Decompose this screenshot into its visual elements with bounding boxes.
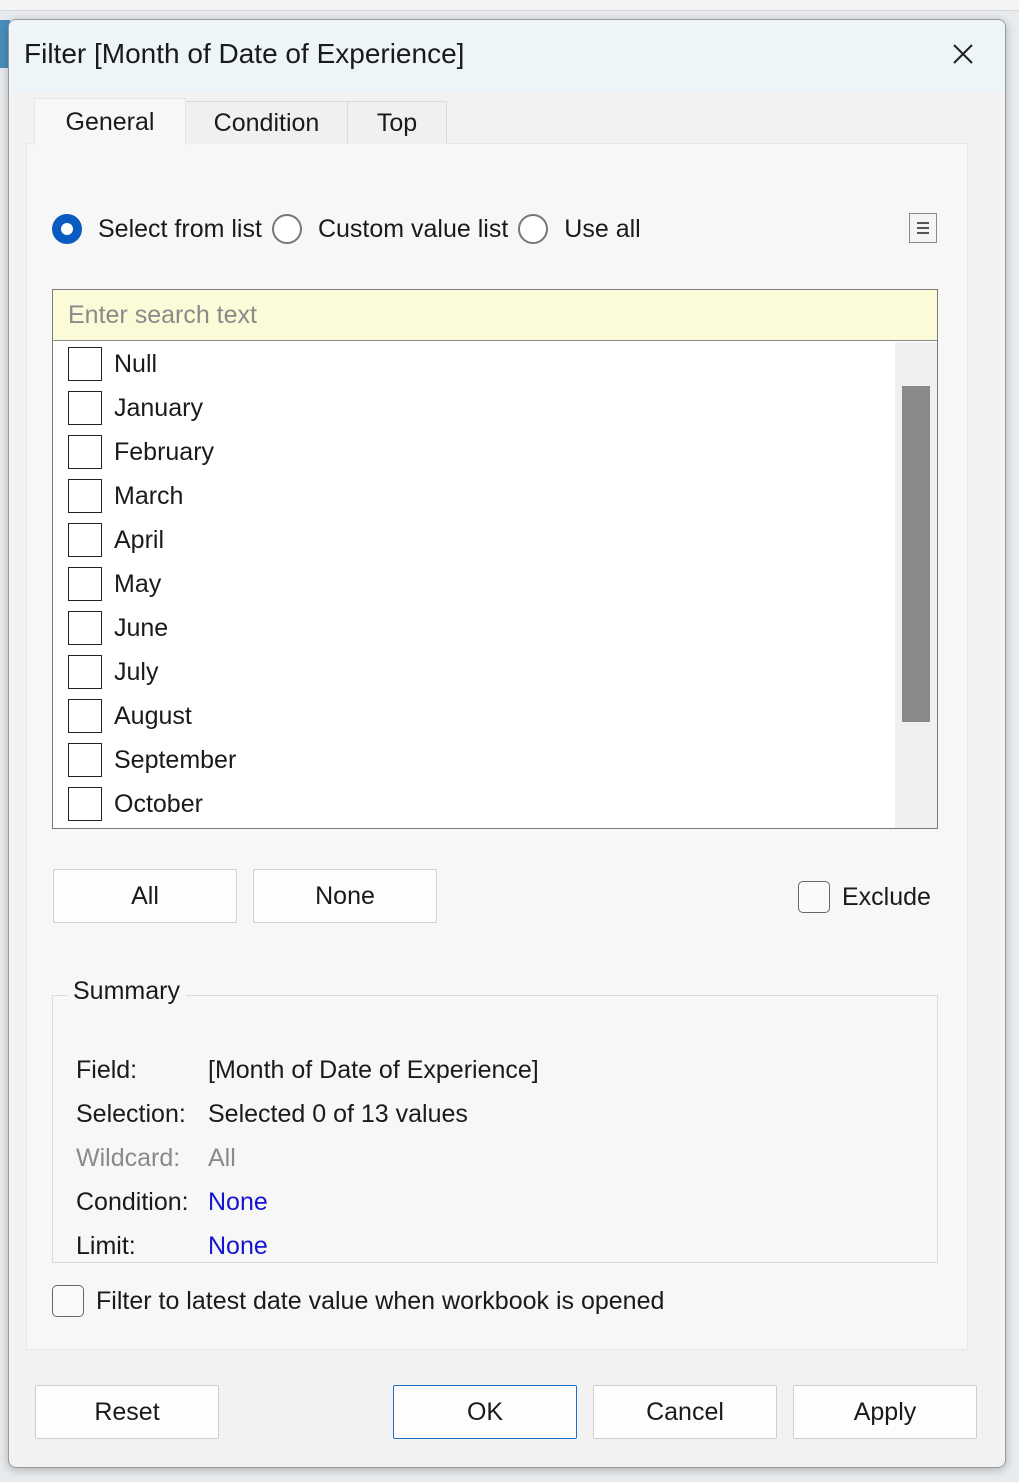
background-window-strip [0,0,1019,11]
title-bar: Filter [Month of Date of Experience] [9,20,1005,92]
checkbox[interactable] [68,787,102,821]
list-item-july[interactable]: July [68,650,158,694]
tab-condition[interactable]: Condition [184,101,349,144]
summary-label: Field: [76,1056,138,1084]
summary-label: Wildcard: [76,1144,181,1172]
summary-value: Selected 0 of 13 values [208,1100,468,1128]
checkbox[interactable] [68,743,102,777]
list-item-label: October [114,789,203,818]
select-all-button[interactable]: All [53,869,237,923]
search-input[interactable] [53,290,937,341]
list-item-null[interactable]: Null [68,342,157,386]
scrollbar-track[interactable] [895,342,937,828]
ok-button[interactable]: OK [393,1385,577,1439]
summary-label: Condition: [76,1188,189,1216]
list-item-label: June [114,613,169,642]
checkbox[interactable] [68,699,102,733]
checkbox[interactable] [68,655,102,689]
checkbox[interactable] [68,479,102,513]
scrollbar-thumb[interactable] [902,386,930,722]
list-item-february[interactable]: February [68,430,214,474]
close-icon [953,44,973,64]
checkbox[interactable] [68,435,102,469]
radio-label: Use all [564,214,641,243]
value-list: Null January February March April May Ju… [52,289,938,829]
apply-button[interactable]: Apply [793,1385,977,1439]
list-item-august[interactable]: August [68,694,192,738]
latest-date-checkbox[interactable]: Filter to latest date value when workboo… [52,1285,664,1317]
summary-group: Summary Field: [Month of Date of Experie… [52,977,938,1263]
condition-link[interactable]: None [208,1188,268,1217]
summary-label: Limit: [76,1232,136,1260]
latest-date-label: Filter to latest date value when workboo… [96,1286,665,1315]
list-item-label: January [114,393,203,422]
tab-top[interactable]: Top [347,101,447,144]
summary-title: Summary [67,977,186,1006]
checkbox[interactable] [68,567,102,601]
radio-select-from-list[interactable]: Select from list [52,214,262,244]
radio-label: Select from list [98,214,262,243]
radio-custom-value-list[interactable]: Custom value list [271,214,509,244]
select-none-button[interactable]: None [253,869,437,923]
tab-general[interactable]: General [34,98,186,145]
list-item-label: March [114,481,184,510]
summary-value: [Month of Date of Experience] [208,1056,539,1084]
reset-button[interactable]: Reset [35,1385,219,1439]
list-item-label: July [114,657,159,686]
checkbox[interactable] [68,611,102,645]
exclude-checkbox[interactable]: Exclude [798,881,931,913]
list-item-label: August [114,701,192,730]
summary-value: All [208,1144,236,1172]
list-item-january[interactable]: January [68,386,203,430]
radio-indicator [271,214,302,244]
cancel-button[interactable]: Cancel [593,1385,777,1439]
list-item-march[interactable]: March [68,474,183,518]
exclude-label: Exclude [842,882,931,911]
filter-mode-group: Select from list Custom value list Use a… [52,212,651,246]
list-options-menu-button[interactable] [909,213,937,243]
checkbox[interactable] [68,391,102,425]
list-item-april[interactable]: April [68,518,164,562]
list-item-october[interactable]: October [68,782,203,826]
radio-selected-indicator [52,214,82,244]
list-item-label: Null [114,349,158,378]
dialog-title: Filter [Month of Date of Experience] [24,38,465,69]
close-button[interactable] [943,34,983,74]
checkbox[interactable] [68,347,102,381]
summary-label: Selection: [76,1100,186,1128]
value-list-items: Null January February March April May Ju… [53,342,895,828]
list-item-september[interactable]: September [68,738,236,782]
list-item-label: September [114,745,237,774]
radio-indicator [518,214,549,244]
checkbox-box[interactable] [798,881,830,913]
radio-use-all[interactable]: Use all [518,214,641,244]
radio-label: Custom value list [317,214,509,243]
list-item-june[interactable]: June [68,606,168,650]
list-item-label: February [114,437,215,466]
list-item-label: April [114,525,165,554]
list-item-label: May [114,569,162,598]
checkbox[interactable] [68,523,102,557]
limit-link[interactable]: None [208,1232,268,1261]
list-item-may[interactable]: May [68,562,161,606]
checkbox-box[interactable] [52,1285,84,1317]
